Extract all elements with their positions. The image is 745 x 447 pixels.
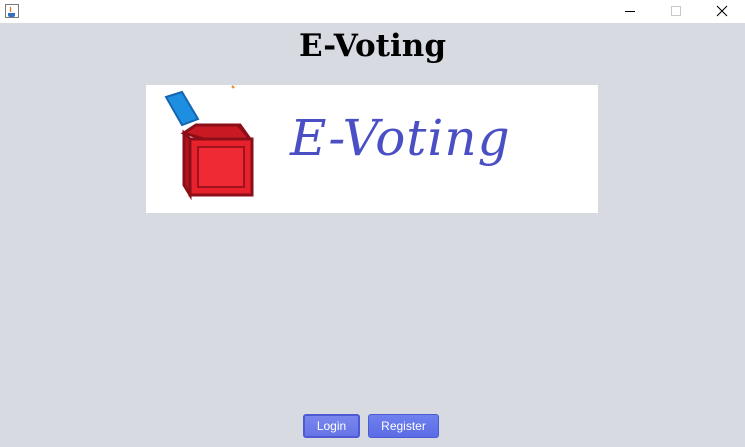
logo-banner: E-Voting — [146, 85, 598, 213]
maximize-button[interactable] — [653, 0, 699, 23]
maximize-icon — [670, 2, 682, 21]
minimize-button[interactable] — [607, 0, 653, 23]
java-app-icon — [4, 3, 20, 19]
register-button[interactable]: Register — [368, 414, 439, 438]
page-title: E-Voting — [298, 28, 446, 64]
app-window: E-Voting E-Voting Login Register — [0, 0, 745, 447]
minimize-icon — [624, 2, 636, 21]
logo-text: E-Voting — [290, 109, 511, 167]
close-icon — [716, 2, 728, 21]
title-bar[interactable] — [0, 0, 745, 23]
close-button[interactable] — [699, 0, 745, 23]
login-button[interactable]: Login — [303, 414, 360, 438]
